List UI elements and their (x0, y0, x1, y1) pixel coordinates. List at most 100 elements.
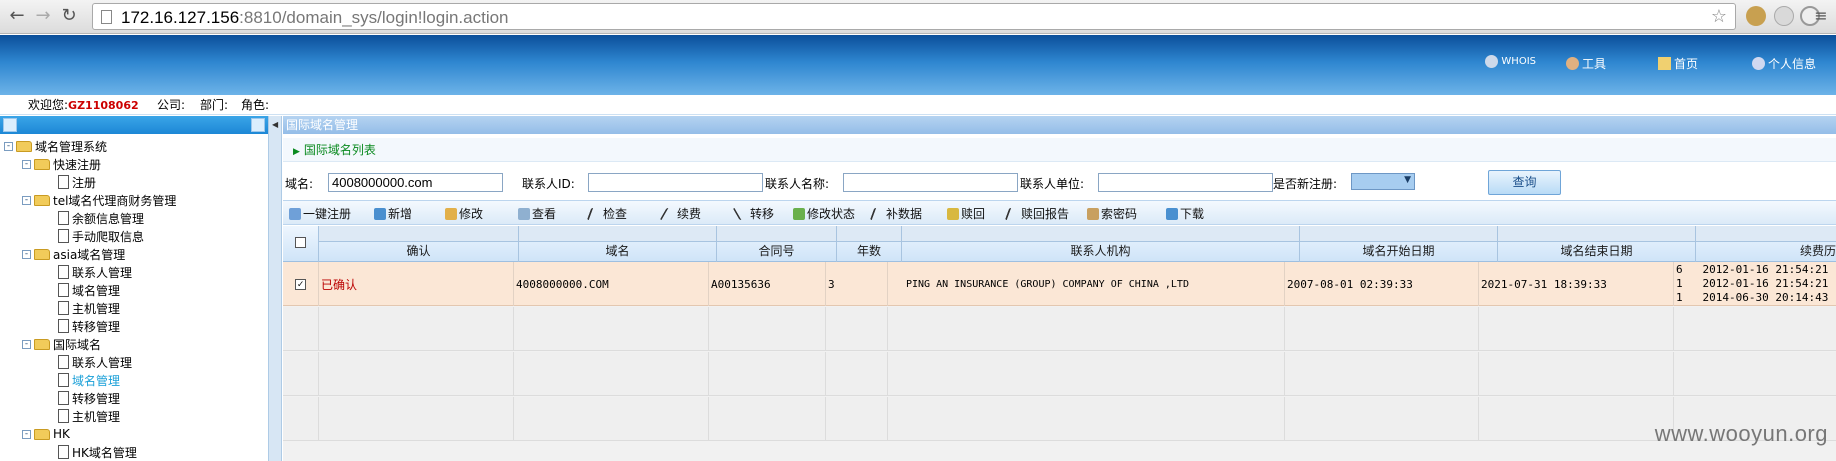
expand-all-button[interactable] (251, 118, 265, 132)
contact-org-input[interactable] (1098, 173, 1273, 192)
request-password-button[interactable]: 索密码 (1087, 205, 1137, 222)
tree-node[interactable]: - tel域名代理商财务管理 (22, 191, 176, 209)
profile-link[interactable]: 个人信息 (1751, 55, 1816, 72)
tree-leaf[interactable]: 余额信息管理 (58, 209, 144, 227)
menu-icon[interactable]: ≡ (1810, 5, 1832, 27)
table-row-empty (283, 397, 1836, 441)
col-end-date[interactable]: 域名结束日期 (1498, 226, 1696, 262)
document-icon (58, 265, 69, 279)
folder-icon (34, 158, 50, 170)
sidebar-splitter[interactable]: ◀ (268, 116, 282, 461)
redeem-report-button[interactable]: 赎回报告 (1004, 205, 1069, 222)
app-header: WHOIS 工具 首页 个人信息 (0, 35, 1836, 95)
tree-leaf[interactable]: 转移管理 (58, 389, 120, 407)
pen-icon (586, 207, 604, 220)
welcome-bar: 欢迎您:GZ1108062 公司: 部门: 角色: (0, 95, 1836, 115)
address-bar[interactable]: 172.16.127.156:8810/domain_sys/login!log… (92, 3, 1736, 30)
tree-leaf[interactable]: 主机管理 (58, 299, 120, 317)
contact-name-input[interactable] (843, 173, 1018, 192)
check-button[interactable]: 检查 (586, 205, 627, 222)
row-checkbox-checked[interactable]: ✓ (295, 278, 306, 290)
domain-table: 确认 域名 合同号 年数 联系人机构 域名开始日期 域名结束日期 续费历 ✓ 已… (283, 226, 1836, 461)
tree-leaf[interactable]: 转移管理 (58, 317, 120, 335)
page-icon (101, 10, 112, 24)
collapse-all-button[interactable] (3, 118, 17, 132)
change-status-button[interactable]: 修改状态 (793, 205, 855, 222)
whois-link[interactable]: WHOIS (1485, 55, 1536, 68)
collapse-left-icon[interactable]: ◀ (272, 120, 278, 129)
bookmark-star-icon[interactable]: ☆ (1711, 6, 1727, 27)
add-icon (374, 207, 386, 220)
table-row[interactable]: ✓ 已确认 4008000000.COM A00135636 3 PING AN… (283, 262, 1836, 306)
pen-icon (1004, 207, 1022, 220)
tree-leaf[interactable]: 域名管理 (58, 281, 120, 299)
col-confirm[interactable]: 确认 (319, 226, 519, 262)
quick-register-button[interactable]: 一键注册 (289, 205, 351, 222)
col-renew-history[interactable]: 续费历 (1696, 226, 1836, 262)
collapse-icon[interactable]: - (22, 195, 31, 205)
document-icon (58, 229, 69, 243)
collapse-icon[interactable]: - (22, 249, 31, 259)
tree-leaf[interactable]: 手动爬取信息 (58, 227, 144, 245)
transfer-button[interactable]: 转移 (732, 205, 774, 222)
download-button[interactable]: 下载 (1166, 205, 1204, 222)
username: GZ1108062 (68, 99, 139, 112)
renew-history-cell: 6 2012-01-16 21:54:21 1 2012-01-16 21:54… (1676, 263, 1829, 304)
home-link[interactable]: 首页 (1657, 55, 1698, 72)
col-years[interactable]: 年数 (837, 226, 902, 262)
collapse-icon[interactable]: - (4, 141, 13, 151)
tree-leaf[interactable]: 联系人管理 (58, 353, 132, 371)
view-button[interactable]: 查看 (518, 205, 556, 222)
document-icon (58, 175, 69, 189)
triangle-icon: ▶ (293, 147, 300, 157)
renew-button[interactable]: 续费 (659, 205, 701, 222)
collapse-icon[interactable]: - (22, 339, 31, 349)
sidebar-header (0, 116, 268, 134)
col-start-date[interactable]: 域名开始日期 (1300, 226, 1498, 262)
edit-button[interactable]: 修改 (445, 205, 483, 222)
fill-data-button[interactable]: 补数据 (869, 205, 922, 222)
extension-icon[interactable] (1774, 6, 1794, 26)
select-all-checkbox[interactable] (295, 237, 306, 248)
pen-icon (869, 207, 887, 220)
query-button[interactable]: 查询 (1488, 170, 1561, 195)
document-icon (58, 445, 69, 459)
extension-icon[interactable] (1746, 6, 1766, 26)
key-icon (1087, 207, 1099, 220)
browser-toolbar: ← → ↻ 172.16.127.156:8810/domain_sys/log… (0, 0, 1836, 34)
tree-leaf[interactable]: 注册 (58, 173, 96, 191)
contact-id-input[interactable] (588, 173, 763, 192)
tree-node[interactable]: - HK (22, 425, 70, 443)
table-header: 确认 域名 合同号 年数 联系人机构 域名开始日期 域名结束日期 续费历 (283, 226, 1836, 262)
collapse-icon[interactable]: - (22, 429, 31, 439)
years-cell: 3 (826, 262, 888, 306)
tree-leaf-active[interactable]: 域名管理 (58, 371, 120, 389)
is-new-select[interactable]: ▼ (1351, 173, 1415, 190)
folder-icon (34, 194, 50, 206)
tools-link[interactable]: 工具 (1565, 55, 1606, 72)
status-cell: 已确认 (319, 262, 514, 306)
col-domain[interactable]: 域名 (519, 226, 717, 262)
collapse-icon[interactable]: - (22, 159, 31, 169)
tree-leaf[interactable]: HK域名管理 (58, 443, 137, 461)
domain-input[interactable]: 4008000000.com (328, 173, 503, 192)
home-icon (1657, 57, 1671, 70)
tree-leaf[interactable]: 联系人管理 (58, 263, 132, 281)
redeem-button[interactable]: 赎回 (947, 205, 985, 222)
tree-node[interactable]: - 快速注册 (22, 155, 101, 173)
tree-leaf[interactable]: 主机管理 (58, 407, 120, 425)
domain-label: 域名: (285, 177, 314, 191)
back-icon[interactable]: ← (6, 5, 28, 27)
col-contract[interactable]: 合同号 (717, 226, 837, 262)
table-row-empty (283, 307, 1836, 351)
document-icon (58, 211, 69, 225)
chevron-down-icon: ▼ (1404, 175, 1411, 185)
row-checkbox-cell: ✓ (283, 262, 319, 306)
tree-node[interactable]: - 国际域名 (22, 335, 101, 353)
tree-node[interactable]: - asia域名管理 (22, 245, 125, 263)
col-contact-org[interactable]: 联系人机构 (902, 226, 1300, 262)
add-button[interactable]: 新增 (374, 205, 412, 222)
reload-icon[interactable]: ↻ (58, 5, 80, 27)
tree-node-root[interactable]: - 域名管理系统 (4, 137, 107, 155)
forward-icon[interactable]: → (32, 5, 54, 27)
